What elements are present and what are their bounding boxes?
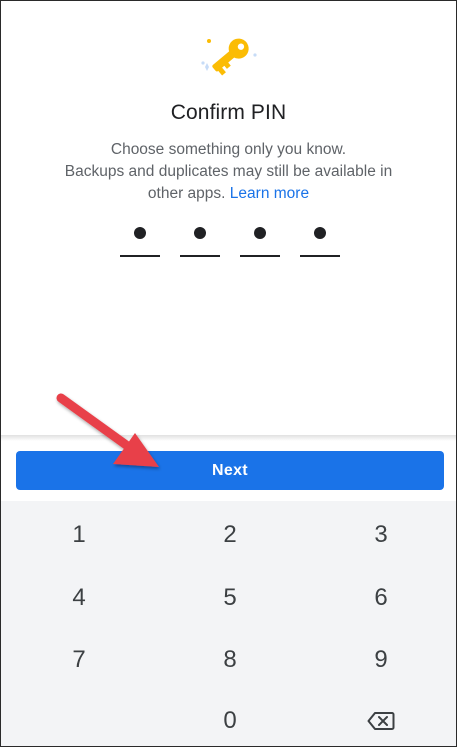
subtitle-line-3-text: other apps. — [147, 185, 226, 202]
app-frame: Confirm PIN Choose something only you kn… — [0, 0, 457, 747]
learn-more-link[interactable]: Learn more — [230, 185, 309, 202]
key-3[interactable]: 3 — [311, 505, 451, 565]
pin-dot — [314, 227, 326, 239]
key-5[interactable]: 5 — [160, 568, 300, 628]
backspace-icon — [367, 712, 395, 730]
key-1[interactable]: 1 — [9, 505, 149, 565]
subtitle-line-2: Backups and duplicates may still be avai… — [64, 163, 393, 180]
pin-slot-2 — [180, 219, 220, 257]
subtitle: Choose something only you know. Backups … — [31, 139, 426, 205]
key-7[interactable]: 7 — [9, 630, 149, 690]
pin-slot-3 — [240, 219, 280, 257]
key-2[interactable]: 2 — [160, 505, 300, 565]
pin-slot-4 — [300, 219, 340, 257]
subtitle-line-3: other apps. Learn more — [31, 183, 426, 205]
pin-dot — [134, 227, 146, 239]
pin-input[interactable] — [120, 219, 340, 259]
key-4[interactable]: 4 — [9, 568, 149, 628]
backspace-button[interactable] — [311, 691, 451, 746]
key-0[interactable]: 0 — [160, 691, 300, 746]
page-title: Confirm PIN — [170, 101, 287, 124]
divider — [1, 435, 456, 441]
pin-dot — [254, 227, 266, 239]
key-8[interactable]: 8 — [160, 630, 300, 690]
subtitle-line-1: Choose something only you know. — [110, 141, 347, 158]
key-6[interactable]: 6 — [311, 568, 451, 628]
key-icon — [201, 38, 257, 76]
next-button[interactable]: Next — [16, 451, 444, 490]
numeric-keypad: 1 2 3 4 5 6 7 8 9 0 — [1, 501, 456, 746]
pin-dot — [194, 227, 206, 239]
key-9[interactable]: 9 — [311, 630, 451, 690]
pin-slot-1 — [120, 219, 160, 257]
